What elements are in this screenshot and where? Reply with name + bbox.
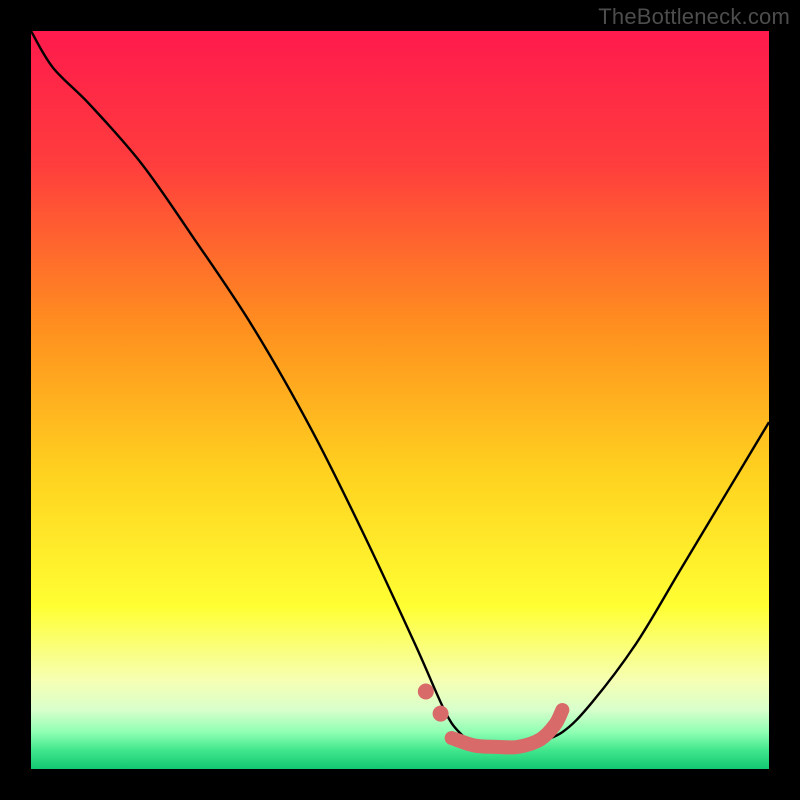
bottleneck-chart	[31, 31, 769, 769]
gradient-background	[31, 31, 769, 769]
highlight-dot	[433, 706, 449, 722]
attribution-label: TheBottleneck.com	[598, 4, 790, 30]
chart-frame: TheBottleneck.com	[0, 0, 800, 800]
plot-area	[31, 31, 769, 769]
highlight-dot	[418, 684, 434, 700]
